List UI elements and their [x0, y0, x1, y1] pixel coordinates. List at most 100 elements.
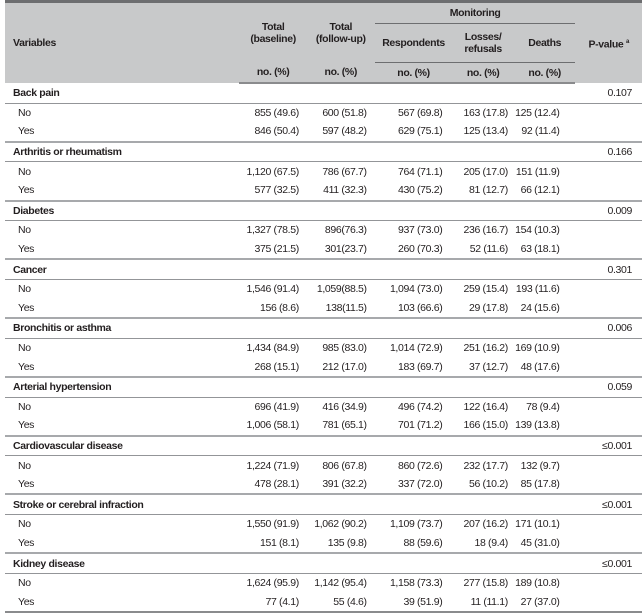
header-monitoring-label: Monitoring: [449, 7, 501, 19]
cell-pvalue-empty: [575, 573, 642, 592]
cell-losses: 277 (15.8): [463, 577, 509, 590]
cell-respondents: 496 (74.2): [398, 400, 443, 413]
row-label: No: [18, 106, 31, 119]
cell-pvalue-empty: [575, 103, 642, 122]
cell-respondents: 567 (69.8): [398, 106, 443, 119]
cell-losses: 259 (15.4): [463, 283, 509, 296]
cell-deaths: 154 (10.3): [515, 224, 560, 237]
p-value: 0.006: [575, 317, 642, 339]
cell-respondents: 88 (59.6): [403, 536, 443, 549]
cell-respondents: 860 (72.6): [398, 459, 443, 472]
category-row-back-pain: Back pain 0.107: [5, 83, 642, 104]
cell-total-baseline: 1,224 (71.9): [246, 459, 299, 472]
cell-pvalue-empty: [575, 162, 642, 181]
cell-respondents: 183 (69.7): [398, 360, 443, 373]
p-value: 0.107: [575, 83, 642, 104]
p-value: 0.301: [575, 258, 642, 280]
cell-losses: 205 (17.0): [463, 165, 509, 178]
unit-losses: no. (%): [452, 62, 514, 84]
table-body: Back pain 0.107 No 855 (49.6) 600 (51.8) 567 …: [5, 83, 642, 613]
table-row: No 1,120 (67.5) 786 (67.7) 764 (71.1) 205 (1…: [5, 162, 642, 181]
cell-deaths: 45 (31.0): [520, 536, 560, 549]
cell-pvalue-empty: [575, 221, 642, 240]
cell-deaths: 24 (15.6): [520, 301, 560, 314]
header-total-baseline-line2: (baseline): [250, 32, 296, 45]
cell-deaths: 169 (10.9): [515, 342, 560, 355]
category-name: Cardiovascular disease: [5, 434, 576, 457]
cell-losses: 163 (17.8): [463, 106, 509, 119]
header-total-followup-line1: Total: [329, 20, 353, 33]
category-row-diabetes: Diabetes 0.009: [5, 199, 642, 222]
table-row: No 855 (49.6) 600 (51.8) 567 (69.8) 163 (17.…: [5, 103, 642, 122]
table-row: Yes 1,006 (58.1) 781 (65.1) 701 (71.2) 166 (…: [5, 416, 642, 436]
category-name: Cancer: [5, 258, 576, 280]
cell-total-baseline: 1,550 (91.9): [246, 518, 299, 531]
cell-pvalue-empty: [575, 534, 642, 554]
cell-total-followup: 806 (67.8): [322, 459, 367, 472]
cell-pvalue-empty: [575, 181, 642, 201]
category-row-arterial-hypertension: Arterial hypertension 0.059: [5, 375, 642, 398]
cell-losses: 52 (11.6): [469, 243, 508, 256]
p-value: ≤0.001: [575, 493, 642, 516]
cell-deaths: 171 (10.1): [515, 518, 560, 531]
cell-pvalue-empty: [575, 397, 642, 416]
table-row: No 1,624 (95.9) 1,142 (95.4) 1,158 (73.3) 27…: [5, 573, 642, 592]
table-figure: Variables Total (baseline) Total (follow…: [0, 0, 642, 613]
unit-deaths: no. (%): [513, 62, 576, 84]
table-row: No 1,434 (84.9) 985 (83.0) 1,014 (72.9) 251 …: [5, 338, 642, 357]
cell-total-followup: 391 (32.2): [322, 478, 367, 491]
table-row: Yes 77 (4.1) 55 (4.6) 39 (51.9) 11 (11.1) 27 …: [5, 592, 642, 613]
cell-deaths: 139 (13.8): [515, 419, 560, 432]
table-row: No 1,550 (91.9) 1,062 (90.2) 1,109 (73.7) 20…: [5, 515, 642, 534]
cell-total-baseline: 151 (8.1): [260, 536, 299, 549]
cell-losses: 81 (12.7): [469, 184, 508, 197]
p-value: ≤0.001: [575, 552, 642, 574]
cell-total-baseline: 855 (49.6): [254, 106, 300, 119]
row-label: Yes: [18, 243, 35, 256]
row-label: Yes: [18, 184, 35, 197]
cell-respondents: 430 (75.2): [398, 184, 443, 197]
header-losses-line1: Losses/: [464, 31, 502, 43]
cell-total-baseline: 77 (4.1): [239, 592, 307, 613]
cell-pvalue-empty: [575, 416, 642, 436]
cell-deaths: 63 (18.1): [520, 243, 560, 256]
cell-pvalue-empty: [575, 299, 642, 319]
table-row: Yes 478 (28.1) 391 (32.2) 337 (72.0) 56 (10.…: [5, 475, 642, 495]
table-row: Yes 577 (32.5) 411 (32.3) 430 (75.2) 81 (12.…: [5, 181, 642, 201]
cell-pvalue-empty: [575, 338, 642, 357]
cell-total-followup: 212 (17.0): [322, 360, 367, 373]
header-deaths-label: Deaths: [528, 37, 562, 49]
cell-deaths: 189 (10.8): [515, 577, 560, 590]
cell-respondents: 1,109 (73.7): [389, 518, 443, 531]
cell-losses: 29 (17.8): [469, 301, 508, 314]
cell-pvalue-empty: [575, 515, 642, 534]
header-deaths: Deaths: [513, 23, 576, 63]
header-total-baseline: Total (baseline): [239, 0, 307, 63]
cell-pvalue-empty: [575, 475, 642, 495]
table-row: No 696 (41.9) 416 (34.9) 496 (74.2) 122 (16.…: [5, 397, 642, 416]
cell-total-followup: 786 (67.7): [322, 165, 367, 178]
cell-deaths: 151 (11.9): [515, 165, 560, 178]
cell-deaths: 193 (11.6): [515, 283, 560, 296]
cell-losses: 236 (16.7): [463, 224, 509, 237]
row-label: No: [18, 165, 31, 178]
cell-total-baseline: 577 (32.5): [254, 184, 300, 197]
row-label: Yes: [18, 301, 35, 314]
cell-total-followup: 597 (48.2): [322, 125, 367, 138]
cell-total-followup: 135 (9.8): [327, 536, 367, 549]
header-monitoring: Monitoring: [374, 0, 576, 24]
cell-pvalue-empty: [575, 456, 642, 475]
row-label: Yes: [18, 360, 35, 373]
cell-losses: 166 (15.0): [463, 419, 509, 432]
cell-losses: 37 (12.7): [469, 360, 508, 373]
row-label: No: [18, 400, 31, 413]
p-value: 0.059: [575, 375, 642, 398]
cell-total-followup: 301(23.7): [324, 243, 367, 256]
table-row: No 1,327 (78.5) 896(76.3) 937 (73.0) 236 (16…: [5, 221, 642, 240]
cell-pvalue-empty: [575, 122, 642, 142]
cell-respondents: 39 (51.9): [374, 592, 453, 613]
table-row: No 1,224 (71.9) 806 (67.8) 860 (72.6) 232 (1…: [5, 456, 642, 475]
cell-total-followup: 1,062 (90.2): [314, 518, 367, 531]
cell-deaths: 125 (12.4): [515, 106, 560, 119]
header-respondents: Respondents: [374, 23, 453, 63]
